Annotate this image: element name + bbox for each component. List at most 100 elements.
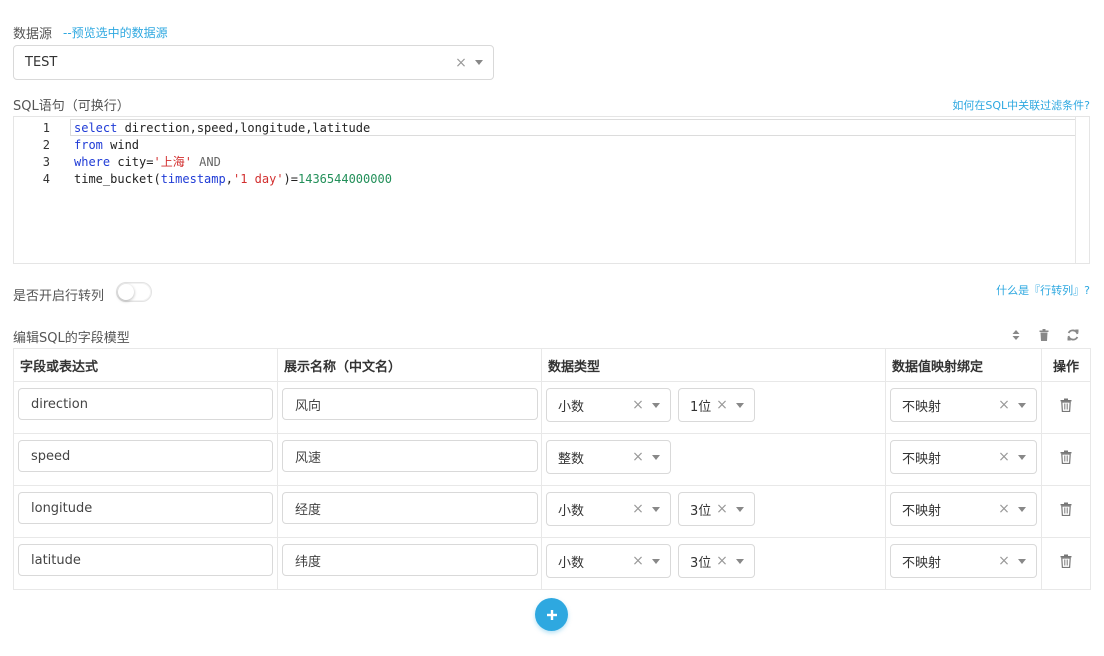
trash-icon[interactable]	[1037, 328, 1051, 342]
chevron-down-icon[interactable]	[652, 454, 660, 460]
data-type-select-value: 小数	[558, 555, 585, 571]
display-cell: 风向	[277, 381, 542, 434]
chevron-down-icon[interactable]	[652, 402, 660, 408]
pivot-toggle[interactable]	[116, 282, 152, 302]
clear-icon[interactable]: ×	[453, 55, 469, 71]
clear-icon[interactable]: ×	[630, 501, 646, 517]
pivot-label: 是否开启行转列	[13, 289, 105, 304]
precision-select-value: 3位	[690, 555, 712, 571]
header-data-type: 数据类型	[541, 348, 886, 382]
refresh-icon[interactable]	[1066, 328, 1080, 342]
chevron-down-icon[interactable]	[736, 402, 744, 408]
data-type-select-value: 整数	[558, 451, 585, 467]
table-row: latitude 纬度 小数 × 3位 × 不映射 ×	[13, 537, 1091, 590]
code-token: )=	[283, 172, 298, 186]
data-type-select[interactable]: 小数 ×	[546, 544, 671, 578]
model-label: 编辑SQL的字段模型	[13, 331, 130, 346]
display-cell: 纬度	[277, 537, 542, 590]
code-token: 1436544000000	[298, 172, 392, 186]
clear-icon[interactable]: ×	[996, 449, 1012, 465]
code-token: ,	[225, 172, 233, 186]
display-name-input[interactable]: 风速	[282, 440, 538, 472]
sort-icon[interactable]	[1009, 328, 1023, 342]
clear-icon[interactable]: ×	[714, 397, 730, 413]
trash-icon[interactable]	[1060, 502, 1072, 516]
precision-select-value: 3位	[690, 503, 712, 519]
clear-icon[interactable]: ×	[996, 397, 1012, 413]
display-name-input[interactable]: 纬度	[282, 544, 538, 576]
clear-icon[interactable]: ×	[630, 449, 646, 465]
add-field-button[interactable]	[535, 598, 568, 631]
mapping-select[interactable]: 不映射 ×	[890, 492, 1037, 526]
chevron-down-icon[interactable]	[1018, 454, 1026, 460]
datasource-value: TEST	[25, 55, 58, 70]
header-field: 字段或表达式	[13, 348, 278, 382]
mapping-select[interactable]: 不映射 ×	[890, 544, 1037, 578]
type-cell: 小数 × 1位 ×	[541, 381, 886, 434]
field-input[interactable]: latitude	[18, 544, 273, 576]
chevron-down-icon[interactable]	[475, 60, 483, 65]
data-type-select-value: 小数	[558, 399, 585, 415]
datasource-label: 数据源	[13, 27, 53, 42]
code-token: direction,speed,longitude,latitude	[117, 121, 371, 135]
mapping-select[interactable]: 不映射 ×	[890, 440, 1037, 474]
datasource-hint: --预览选中的数据源	[63, 26, 168, 40]
field-input[interactable]: speed	[18, 440, 273, 472]
display-cell: 风速	[277, 433, 542, 486]
display-name-input[interactable]: 风向	[282, 388, 538, 420]
precision-select[interactable]: 1位 ×	[678, 388, 755, 422]
trash-icon[interactable]	[1060, 554, 1072, 568]
sql-editor[interactable]: 1 select direction,speed,longitude,latitu…	[13, 116, 1090, 264]
data-type-select[interactable]: 整数 ×	[546, 440, 671, 474]
field-cell: speed	[13, 433, 278, 486]
clear-icon[interactable]: ×	[714, 501, 730, 517]
pivot-help-link[interactable]: 什么是『行转列』?	[996, 282, 1090, 298]
clear-icon[interactable]: ×	[996, 553, 1012, 569]
mapping-select-value: 不映射	[902, 399, 942, 415]
display-name-input[interactable]: 经度	[282, 492, 538, 524]
code-token: from	[74, 138, 103, 152]
chevron-down-icon[interactable]	[736, 506, 744, 512]
code-text: from wind	[74, 137, 139, 154]
precision-select-value: 1位	[690, 399, 712, 415]
chevron-down-icon[interactable]	[1018, 506, 1026, 512]
code-token: AND	[191, 155, 221, 169]
field-cell: longitude	[13, 485, 278, 538]
chevron-down-icon[interactable]	[1018, 558, 1026, 564]
data-type-select-value: 小数	[558, 503, 585, 519]
precision-select[interactable]: 3位 ×	[678, 492, 755, 526]
chevron-down-icon[interactable]	[652, 558, 660, 564]
code-line: 3 where city='上海' AND	[14, 154, 1089, 171]
type-cell: 整数 ×	[541, 433, 886, 486]
line-number: 2	[42, 138, 50, 152]
data-type-select[interactable]: 小数 ×	[546, 388, 671, 422]
mapping-cell: 不映射 ×	[885, 485, 1042, 538]
field-input[interactable]: direction	[18, 388, 273, 420]
data-type-select[interactable]: 小数 ×	[546, 492, 671, 526]
precision-select[interactable]: 3位 ×	[678, 544, 755, 578]
datasource-select[interactable]: TEST ×	[13, 45, 494, 80]
toggle-knob	[118, 284, 134, 300]
chevron-down-icon[interactable]	[736, 558, 744, 564]
actions-cell	[1041, 381, 1091, 434]
clear-icon[interactable]: ×	[996, 501, 1012, 517]
type-cell: 小数 × 3位 ×	[541, 485, 886, 538]
sql-help-link[interactable]: 如何在SQL中关联过滤条件?	[952, 97, 1090, 113]
header-mapping: 数据值映射绑定	[885, 348, 1042, 382]
mapping-cell: 不映射 ×	[885, 433, 1042, 486]
clear-icon[interactable]: ×	[630, 397, 646, 413]
mapping-select[interactable]: 不映射 ×	[890, 388, 1037, 422]
trash-icon[interactable]	[1060, 450, 1072, 464]
chevron-down-icon[interactable]	[1018, 402, 1026, 408]
mapping-select-value: 不映射	[902, 451, 942, 467]
clear-icon[interactable]: ×	[714, 553, 730, 569]
line-number: 3	[42, 155, 50, 169]
clear-icon[interactable]: ×	[630, 553, 646, 569]
plus-icon	[546, 609, 557, 620]
mapping-cell: 不映射 ×	[885, 537, 1042, 590]
chevron-down-icon[interactable]	[652, 506, 660, 512]
trash-icon[interactable]	[1060, 398, 1072, 412]
field-input[interactable]: longitude	[18, 492, 273, 524]
code-text: time_bucket(timestamp,'1 day')=143654400…	[74, 171, 392, 188]
field-cell: latitude	[13, 537, 278, 590]
